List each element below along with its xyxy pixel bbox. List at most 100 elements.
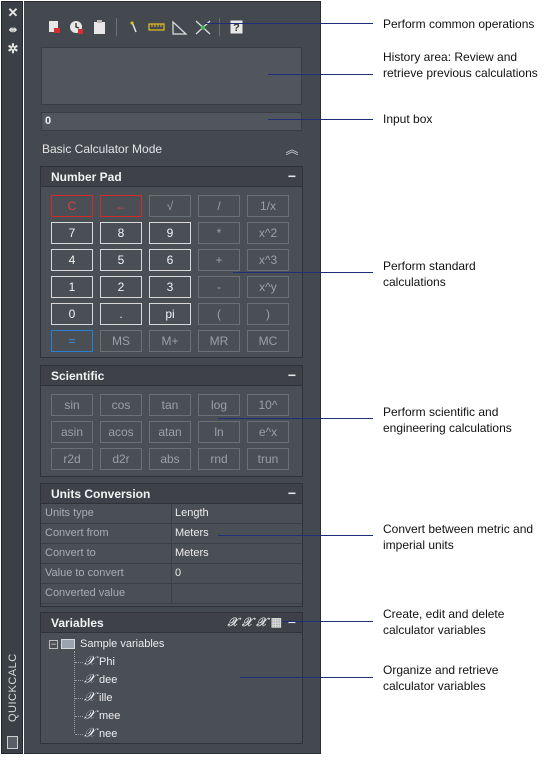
units-row[interactable]: Units type Length (41, 504, 302, 524)
autohide-icon[interactable]: ⇹ (6, 24, 20, 38)
sci-key[interactable]: sin (51, 394, 93, 416)
variables-toolbar: 𝒳 𝒳 𝒳 ▦ (228, 615, 282, 630)
sci-key[interactable]: trun (247, 448, 289, 470)
sci-key[interactable]: atan (149, 421, 191, 443)
numpad-key[interactable]: 3 (149, 276, 191, 298)
angle-icon[interactable] (170, 18, 189, 37)
numpad-key[interactable]: = (51, 330, 93, 352)
input-box[interactable]: 0 (41, 112, 302, 131)
numpad-key[interactable]: ← (100, 195, 142, 217)
numpad-key[interactable]: 1 (51, 276, 93, 298)
callout-line (268, 119, 373, 120)
numpad-key[interactable]: 2 (100, 276, 142, 298)
variable-label: Phi (99, 656, 115, 668)
sci-key[interactable]: d2r (100, 448, 142, 470)
palette-title-strip: ✕ ⇹ ✲ QUICKCALC (1, 1, 23, 754)
numpad-key[interactable]: 7 (51, 222, 93, 244)
units-row[interactable]: Convert to Meters (41, 544, 302, 564)
numpad-key[interactable]: M+ (149, 330, 191, 352)
numpad-key[interactable]: 9 (149, 222, 191, 244)
sci-key[interactable]: e^x (247, 421, 289, 443)
sci-key[interactable]: acos (100, 421, 142, 443)
sci-key[interactable]: tan (149, 394, 191, 416)
units-row[interactable]: Value to convert 0 (41, 564, 302, 584)
numpad-key[interactable]: 6 (149, 249, 191, 271)
numpad-key[interactable]: ( (198, 303, 240, 325)
collapse-section-icon[interactable]: − (288, 614, 296, 630)
sci-key[interactable]: ln (198, 421, 240, 443)
units-row[interactable]: Converted value (41, 584, 302, 604)
sci-key[interactable]: rnd (198, 448, 240, 470)
numpad-key[interactable]: C (51, 195, 93, 217)
units-row-value[interactable]: Length (172, 504, 302, 523)
delete-variable-icon[interactable]: 𝒳 (256, 615, 266, 630)
number-pad-header[interactable]: Number Pad − (41, 167, 302, 187)
callout-common-operations: Perform common operations (383, 17, 535, 31)
collapse-section-icon[interactable]: − (288, 168, 296, 184)
sci-key[interactable]: asin (51, 421, 93, 443)
sci-key[interactable]: 10^ (247, 394, 289, 416)
variable-label: mee (99, 710, 121, 722)
numpad-key[interactable]: 0 (51, 303, 93, 325)
numpad-key[interactable]: 5 (100, 249, 142, 271)
collapse-section-icon[interactable]: − (288, 367, 296, 383)
distance-icon[interactable] (147, 18, 166, 37)
numpad-key[interactable]: / (198, 195, 240, 217)
units-conversion-header[interactable]: Units Conversion − (41, 484, 302, 504)
sci-key[interactable]: abs (149, 448, 191, 470)
intersection-icon[interactable] (193, 18, 212, 37)
variable-item[interactable]: 𝒳 Phi (84, 654, 115, 670)
variable-item[interactable]: 𝒳nee (84, 726, 117, 742)
variable-item[interactable]: 𝒳mee (84, 708, 120, 724)
quickcalc-panel: ? 0 Basic Calculator Mode ︽ Number Pad −… (24, 1, 321, 754)
numpad-key[interactable]: x^3 (247, 249, 289, 271)
numpad-key[interactable]: 4 (51, 249, 93, 271)
units-row-value[interactable]: 0 (172, 564, 302, 583)
units-row-label: Convert to (41, 544, 172, 563)
collapse-section-icon[interactable]: − (288, 485, 296, 501)
units-row-value[interactable]: Meters (172, 544, 302, 563)
numpad-key[interactable]: 1/x (247, 195, 289, 217)
numpad-key[interactable]: + (198, 249, 240, 271)
numpad-key[interactable]: . (100, 303, 142, 325)
callout-scientific: Perform scientific and engineering calcu… (383, 405, 512, 435)
history-area[interactable] (41, 47, 302, 105)
numpad-key[interactable]: ) (247, 303, 289, 325)
edit-variable-icon[interactable]: 𝒳 (242, 615, 252, 630)
numpad-key[interactable]: x^y (247, 276, 289, 298)
numpad-key[interactable]: pi (149, 303, 191, 325)
paste-icon[interactable] (90, 18, 109, 37)
variable-icon: 𝒳 (84, 672, 96, 687)
calculator-icon (7, 736, 18, 749)
collapse-tree-icon[interactable]: − (49, 639, 58, 649)
numpad-key[interactable]: * (198, 222, 240, 244)
collapse-icon[interactable]: ︽ (284, 142, 300, 160)
variable-item[interactable]: 𝒳dee (84, 672, 117, 688)
new-variable-icon[interactable]: 𝒳 (228, 615, 238, 630)
sci-key[interactable]: cos (100, 394, 142, 416)
close-icon[interactable]: ✕ (6, 6, 20, 20)
numpad-key[interactable]: √ (149, 195, 191, 217)
clear-icon[interactable] (44, 18, 63, 37)
scientific-header[interactable]: Scientific − (41, 366, 302, 386)
units-row-value[interactable] (172, 584, 302, 603)
get-coordinates-icon[interactable] (124, 18, 143, 37)
gear-icon[interactable]: ✲ (6, 42, 20, 56)
numpad-key[interactable]: - (198, 276, 240, 298)
sci-key[interactable]: r2d (51, 448, 93, 470)
help-icon[interactable]: ? (227, 18, 246, 37)
numpad-key[interactable]: MS (100, 330, 142, 352)
tree-group[interactable]: − Sample variables (49, 636, 164, 652)
numpad-key[interactable]: MR (198, 330, 240, 352)
units-row-value[interactable]: Meters (172, 524, 302, 543)
clear-history-icon[interactable] (67, 18, 86, 37)
calculator-icon[interactable]: ▦ (271, 615, 282, 630)
numpad-key[interactable]: 8 (100, 222, 142, 244)
numpad-key[interactable]: MC (247, 330, 289, 352)
units-row[interactable]: Convert from Meters (41, 524, 302, 544)
sci-key[interactable]: log (198, 394, 240, 416)
variable-item[interactable]: 𝒳ille (84, 690, 112, 706)
numpad-key[interactable]: x^2 (247, 222, 289, 244)
scientific-title: Scientific (51, 369, 105, 383)
variables-header[interactable]: Variables 𝒳 𝒳 𝒳 ▦ − (41, 613, 302, 633)
